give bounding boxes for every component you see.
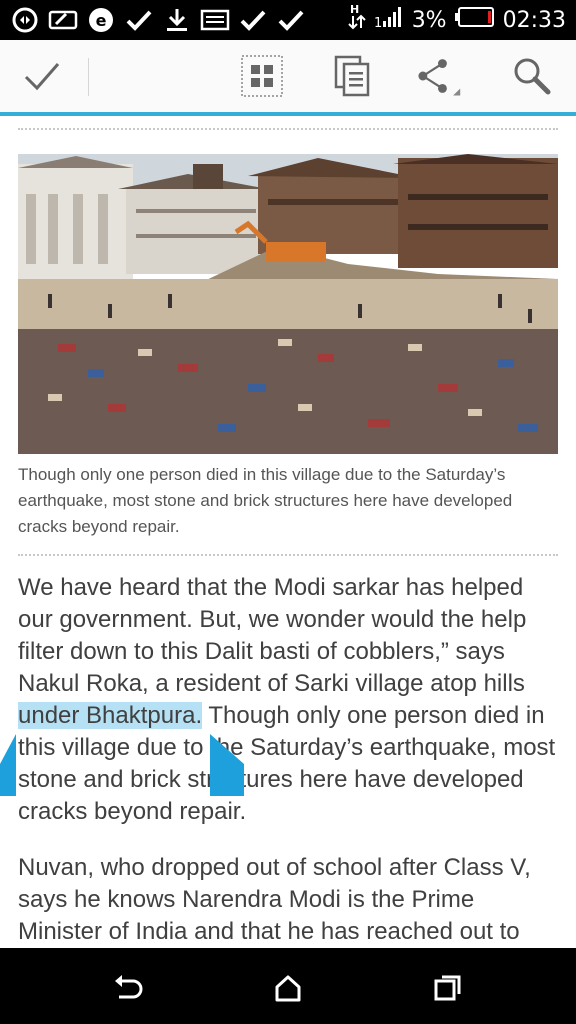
share-icon — [418, 59, 461, 96]
image-icon — [200, 6, 230, 34]
grid-button[interactable] — [238, 52, 286, 100]
sync-icon — [10, 6, 40, 34]
selection-start-handle[interactable] — [0, 734, 18, 796]
app-e-icon: e — [86, 6, 116, 34]
download-icon — [162, 6, 192, 34]
search-button[interactable] — [508, 52, 556, 100]
battery-icon — [454, 6, 495, 34]
selection-end-handle[interactable] — [208, 734, 244, 796]
separator — [18, 128, 558, 130]
paragraph-text: Nuvan, who dropped out of school after C… — [18, 854, 531, 945]
article-content: Though only one person died in this vill… — [0, 116, 576, 948]
toolbar-divider — [88, 58, 89, 96]
recent-apps-icon — [434, 975, 461, 1001]
svg-text:H: H — [350, 3, 359, 16]
clock: 02:33 — [502, 7, 566, 33]
navigation-bar — [0, 948, 576, 1024]
home-button[interactable] — [268, 968, 308, 1008]
check-icon — [276, 6, 306, 34]
grid-icon — [241, 55, 283, 97]
back-button[interactable] — [108, 968, 148, 1008]
selected-text[interactable]: under Bhaktpura. — [18, 702, 203, 729]
separator — [18, 554, 558, 556]
signal-icon: 1 — [374, 5, 404, 35]
check-icon — [238, 6, 268, 34]
done-button[interactable] — [18, 52, 66, 100]
check-icon — [124, 6, 154, 34]
search-icon — [514, 58, 551, 95]
battery-percent: 3% — [411, 7, 447, 33]
svg-text:e: e — [96, 11, 107, 30]
share-button[interactable] — [414, 52, 462, 100]
svg-text:1: 1 — [374, 16, 382, 29]
article-paragraph[interactable]: Nuvan, who dropped out of school after C… — [18, 852, 563, 948]
status-bar: e H 1 3% 02:33 — [0, 0, 576, 40]
copy-button[interactable] — [328, 52, 376, 100]
back-icon — [115, 975, 143, 999]
article-photo — [18, 154, 558, 454]
paragraph-text: We have heard that the Modi sarkar has h… — [18, 574, 527, 697]
photo-caption: Though only one person died in this vill… — [18, 465, 513, 536]
home-icon — [275, 975, 301, 1002]
article-paragraph[interactable]: We have heard that the Modi sarkar has h… — [18, 572, 563, 828]
check-icon — [24, 63, 60, 91]
card-icon — [48, 6, 78, 34]
copy-icon — [334, 55, 370, 97]
data-transfer-icon: H — [347, 2, 366, 38]
action-bar — [0, 40, 576, 116]
recent-apps-button[interactable] — [428, 968, 468, 1008]
